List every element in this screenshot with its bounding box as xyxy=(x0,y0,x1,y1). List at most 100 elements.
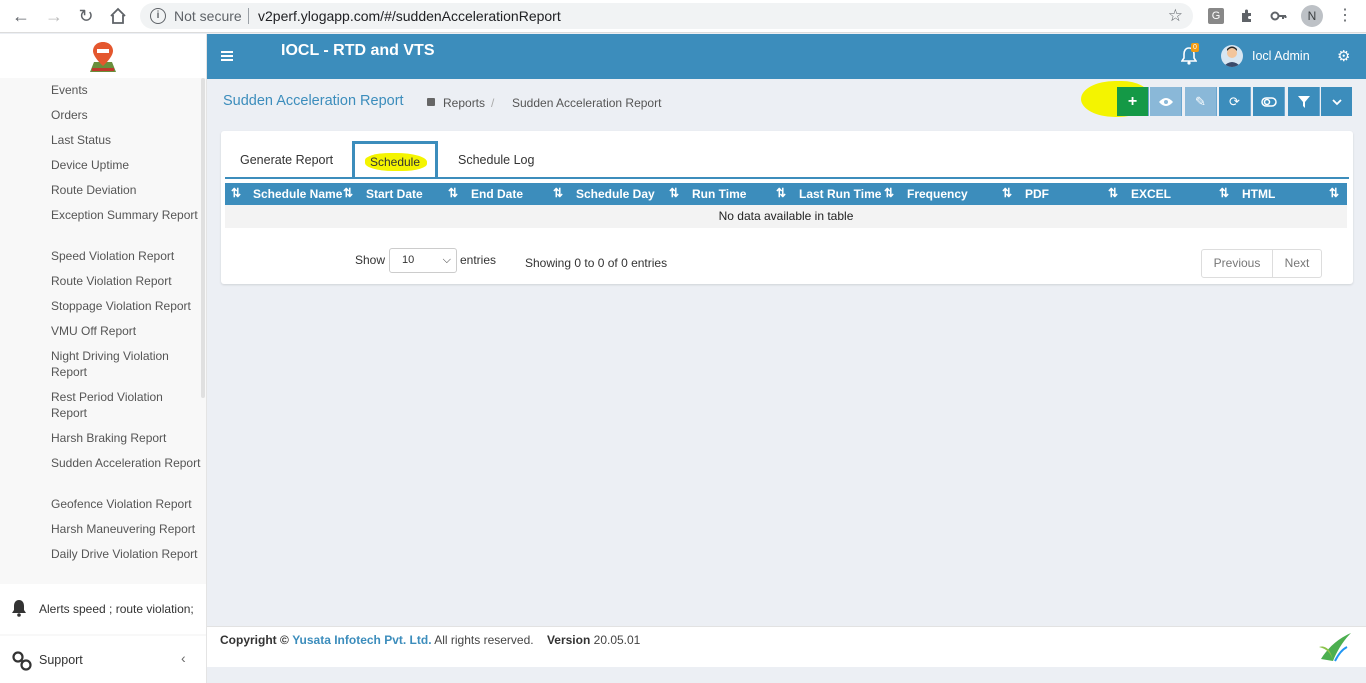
col-start-date[interactable]: Start Date xyxy=(366,187,423,201)
sidebar-item-last-status[interactable]: Last Status xyxy=(51,132,201,148)
sort-icon[interactable]: ⇅ xyxy=(1002,186,1012,200)
tab-schedule[interactable]: Schedule xyxy=(352,141,438,178)
reload-icon[interactable]: ↻ xyxy=(75,5,97,27)
sort-icon[interactable]: ⇅ xyxy=(884,186,894,200)
puzzle-icon[interactable] xyxy=(1237,6,1257,26)
sort-icon[interactable]: ⇅ xyxy=(776,186,786,200)
alerts-item[interactable]: Alerts speed ; route violation; xyxy=(0,584,206,634)
col-run-time[interactable]: Run Time xyxy=(692,187,746,201)
back-icon[interactable]: ← xyxy=(10,5,32,27)
sidebar-item-route-deviation[interactable]: Route Deviation xyxy=(51,182,201,198)
sidebar-item-sudden-acceleration[interactable]: Sudden Acceleration Report xyxy=(51,455,201,471)
filter-icon[interactable] xyxy=(1288,87,1320,116)
sort-icon[interactable]: ⇅ xyxy=(1329,186,1339,200)
page-title: Sudden Acceleration Report xyxy=(223,93,404,109)
sort-icon[interactable]: ⇅ xyxy=(1108,186,1118,200)
url-text[interactable]: v2perf.ylogapp.com/#/suddenAccelerationR… xyxy=(258,8,561,24)
sidebar: Events Orders Last Status Device Uptime … xyxy=(0,34,207,683)
col-html[interactable]: HTML xyxy=(1242,187,1275,201)
company-link[interactable]: Yusata Infotech Pvt. Ltd. xyxy=(292,633,431,647)
notification-badge: 0 xyxy=(1191,43,1199,52)
col-excel[interactable]: EXCEL xyxy=(1131,187,1171,201)
sidebar-item-rest-period[interactable]: Rest Period Violation Report xyxy=(51,389,201,421)
security-label: Not secure xyxy=(174,8,242,24)
hamburger-menu-icon[interactable] xyxy=(221,51,233,61)
browser-menu-icon[interactable]: ⋮ xyxy=(1334,5,1356,27)
sidebar-item-daily-drive[interactable]: Daily Drive Violation Report xyxy=(51,546,201,562)
table-info: Showing 0 to 0 of 0 entries xyxy=(525,256,668,270)
browser-toolbar: ← → ↻ i Not secure v2perf.ylogapp.com/#/… xyxy=(0,0,1366,33)
version-number: 20.05.01 xyxy=(593,633,641,647)
next-button[interactable]: Next xyxy=(1272,249,1322,278)
tab-schedule-log[interactable]: Schedule Log xyxy=(458,153,534,167)
breadcrumb-icon xyxy=(427,98,435,106)
page-size-value: 10 xyxy=(402,254,415,266)
add-button[interactable]: + xyxy=(1117,87,1149,116)
copyright-prefix: Copyright © xyxy=(220,633,289,647)
sidebar-item-route-violation[interactable]: Route Violation Report xyxy=(51,273,201,289)
support-label: Support xyxy=(39,653,83,667)
footer-copyright: Copyright © Yusata Infotech Pvt. Ltd. Al… xyxy=(220,633,640,647)
bookmark-star-icon[interactable]: ☆ xyxy=(1168,6,1183,26)
sidebar-item-night-driving[interactable]: Night Driving Violation Report xyxy=(51,348,201,380)
company-logo xyxy=(1319,633,1351,662)
tab-schedule-label: Schedule xyxy=(369,155,421,169)
sort-icon[interactable]: ⇅ xyxy=(553,186,563,200)
sort-icon[interactable]: ⇅ xyxy=(669,186,679,200)
sidebar-scrollbar[interactable] xyxy=(201,78,205,398)
col-end-date[interactable]: End Date xyxy=(471,187,523,201)
chevron-left-icon[interactable]: ‹ xyxy=(181,650,186,666)
tab-underline xyxy=(225,177,1349,179)
chevron-down-icon: ⌵ xyxy=(442,254,451,266)
settings-gears-icon[interactable]: ⚙ xyxy=(1337,47,1350,65)
sidebar-item-harsh-braking[interactable]: Harsh Braking Report xyxy=(51,430,201,446)
col-pdf[interactable]: PDF xyxy=(1025,187,1049,201)
empty-table-message: No data available in table xyxy=(225,205,1347,228)
sidebar-item-geofence-violation[interactable]: Geofence Violation Report xyxy=(51,496,201,512)
divider xyxy=(248,8,249,24)
show-label: Show xyxy=(355,253,386,267)
key-icon[interactable] xyxy=(1269,6,1289,26)
user-name[interactable]: Iocl Admin xyxy=(1252,49,1310,63)
sidebar-item-orders[interactable]: Orders xyxy=(51,107,201,123)
breadcrumb-reports[interactable]: Reports xyxy=(443,96,485,110)
sort-icon[interactable]: ⇅ xyxy=(343,186,353,200)
extension-g-icon[interactable]: G xyxy=(1208,8,1224,24)
sidebar-item-stoppage-violation[interactable]: Stoppage Violation Report xyxy=(51,298,201,314)
bell-icon xyxy=(12,600,26,617)
chevron-down-icon[interactable] xyxy=(1321,87,1352,116)
sidebar-item-device-uptime[interactable]: Device Uptime xyxy=(51,157,201,173)
sidebar-item-events[interactable]: Events xyxy=(51,82,201,98)
rights-text: All rights reserved. xyxy=(434,633,534,647)
col-frequency[interactable]: Frequency xyxy=(907,187,968,201)
home-icon[interactable] xyxy=(107,5,129,27)
entries-label: entries xyxy=(460,253,497,267)
sidebar-item-speed-violation[interactable]: Speed Violation Report xyxy=(51,248,201,264)
app-title: IOCL - RTD and VTS xyxy=(281,42,435,59)
view-eye-icon[interactable] xyxy=(1150,87,1182,116)
sort-icon[interactable]: ⇅ xyxy=(231,186,241,200)
app-logo xyxy=(90,42,116,72)
report-panel: Generate Report Schedule Schedule Log ⇅ … xyxy=(221,131,1353,284)
sidebar-item-exception-summary[interactable]: Exception Summary Report xyxy=(51,207,201,223)
address-bar[interactable]: i Not secure v2perf.ylogapp.com/#/sudden… xyxy=(140,3,1193,29)
sidebar-item-harsh-maneuvering[interactable]: Harsh Maneuvering Report xyxy=(51,521,201,537)
refresh-icon[interactable]: ⟳ xyxy=(1219,87,1251,116)
profile-avatar[interactable]: N xyxy=(1301,5,1323,27)
top-navbar: IOCL - RTD and VTS 0 Iocl Admin ⚙ xyxy=(207,34,1366,79)
col-last-run-time[interactable]: Last Run Time xyxy=(799,187,881,201)
page-size-select[interactable]: 10 ⌵ xyxy=(389,248,457,273)
support-item[interactable]: Support ‹ xyxy=(0,636,206,683)
previous-button[interactable]: Previous xyxy=(1201,249,1273,278)
forward-icon[interactable]: → xyxy=(43,5,65,27)
tab-generate-report[interactable]: Generate Report xyxy=(240,153,333,167)
info-icon[interactable]: i xyxy=(150,8,166,24)
edit-pencil-icon[interactable]: ✎ xyxy=(1185,87,1217,116)
user-avatar[interactable] xyxy=(1221,45,1243,67)
col-schedule-day[interactable]: Schedule Day xyxy=(576,187,655,201)
col-schedule-name[interactable]: Schedule Name xyxy=(253,187,342,201)
sidebar-item-vmu-off[interactable]: VMU Off Report xyxy=(51,323,201,339)
toggle-icon[interactable] xyxy=(1253,87,1285,116)
sort-icon[interactable]: ⇅ xyxy=(448,186,458,200)
sort-icon[interactable]: ⇅ xyxy=(1219,186,1229,200)
